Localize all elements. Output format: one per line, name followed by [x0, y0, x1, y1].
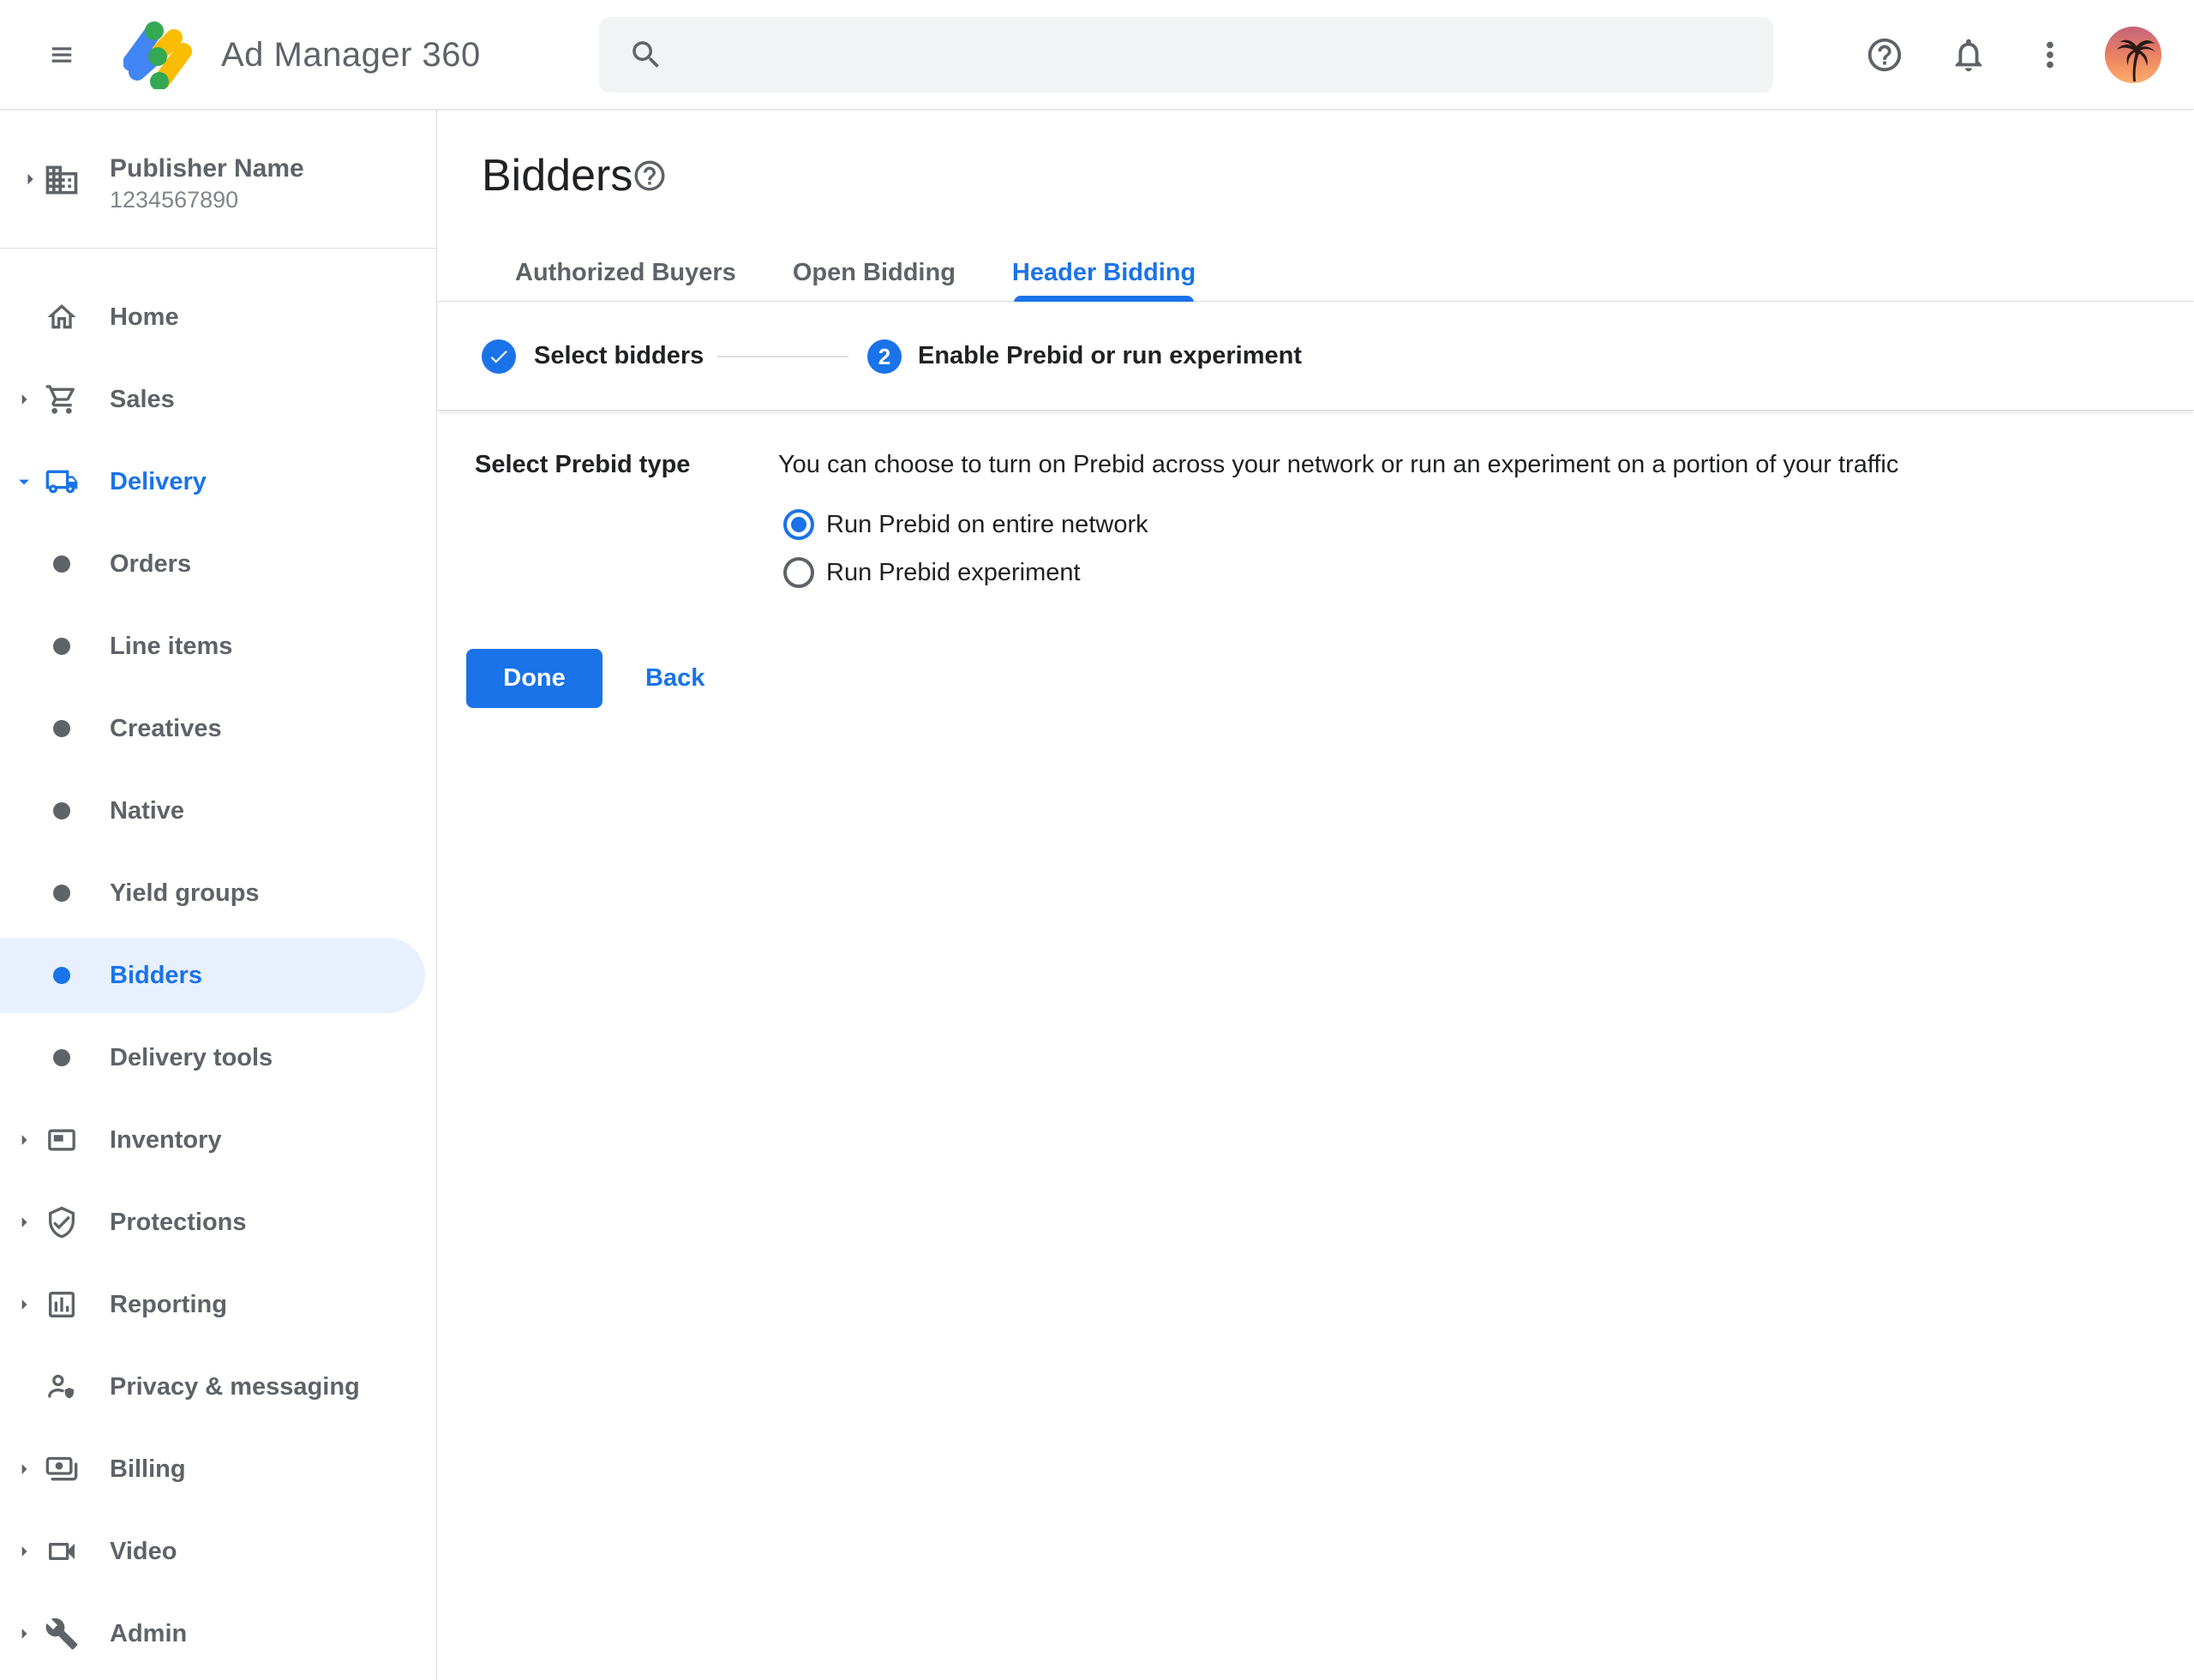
page-help-button[interactable] [632, 158, 668, 194]
sidebar-item-orders[interactable]: Orders [0, 523, 436, 605]
payments-icon [45, 1452, 79, 1486]
step-2-label[interactable]: Enable Prebid or run experiment [918, 302, 1302, 411]
menu-button[interactable] [34, 33, 89, 77]
publisher-id: 1234567890 [110, 185, 304, 214]
more-options-button[interactable] [2030, 35, 2070, 75]
bullet-icon [53, 885, 70, 902]
publisher-switcher[interactable]: Publisher Name 1234567890 [0, 110, 436, 249]
chevron-right-icon [12, 1539, 36, 1563]
chevron-right-icon [12, 1128, 36, 1152]
bullet-icon [53, 967, 70, 984]
tab-header-bidding[interactable]: Header Bidding [1012, 245, 1196, 301]
step-1-completed-icon [482, 339, 516, 374]
radio-option-experiment[interactable]: Run Prebid experiment [783, 557, 1081, 588]
sidebar-item-delivery[interactable]: Delivery [0, 441, 436, 523]
sidebar-item-billing[interactable]: Billing [0, 1428, 436, 1510]
person-shield-icon [45, 1370, 79, 1404]
sidebar-item-home[interactable]: Home [0, 276, 436, 358]
truck-icon [45, 465, 79, 499]
top-app-bar: Ad Manager 360 [0, 0, 2194, 110]
account-avatar[interactable] [2105, 27, 2161, 83]
sidebar-item-privacy-messaging[interactable]: Privacy & messaging [0, 1346, 436, 1428]
sidebar-item-yield-groups[interactable]: Yield groups [0, 852, 436, 934]
check-icon [488, 345, 510, 368]
help-button[interactable] [1865, 35, 1904, 75]
chevron-right-icon [12, 1293, 36, 1317]
sidebar-item-protections[interactable]: Protections [0, 1181, 436, 1263]
radio-unselected-icon[interactable] [783, 557, 814, 588]
ad-manager-logo-icon [123, 21, 192, 89]
sidebar-item-sales[interactable]: Sales [0, 358, 436, 441]
radio-option-entire-network[interactable]: Run Prebid on entire network [783, 509, 1148, 540]
building-icon [43, 161, 81, 199]
shield-check-icon [45, 1205, 79, 1239]
radio-selected-icon[interactable] [783, 509, 814, 540]
palm-tree-photo [2105, 27, 2161, 83]
bell-icon [1949, 35, 1988, 75]
prebid-type-label: Select Prebid type [475, 451, 690, 479]
chevron-down-icon [12, 470, 36, 494]
hamburger-icon [45, 42, 78, 68]
chevron-right-icon [12, 387, 36, 411]
page-title: Bidders [482, 149, 632, 202]
stepper: Select bidders 2 Enable Prebid or run ex… [438, 302, 2194, 411]
search-input[interactable] [664, 17, 1773, 93]
ad-unit-icon [45, 1123, 79, 1157]
tab-bar: Authorized Buyers Open Bidding Header Bi… [438, 245, 2194, 302]
sidebar-item-reporting[interactable]: Reporting [0, 1263, 436, 1346]
sidebar-item-delivery-tools[interactable]: Delivery tools [0, 1017, 436, 1099]
more-vert-icon [2030, 35, 2070, 75]
sidebar-item-native[interactable]: Native [0, 770, 436, 852]
bullet-icon [53, 720, 70, 737]
search-icon [628, 37, 664, 73]
sidebar-item-video[interactable]: Video [0, 1510, 436, 1593]
wrench-icon [45, 1617, 79, 1651]
publisher-name: Publisher Name [110, 153, 304, 185]
help-icon [1865, 35, 1904, 75]
cart-icon [45, 382, 79, 417]
videocam-icon [45, 1534, 79, 1569]
prebid-type-description: You can choose to turn on Prebid across … [778, 451, 1898, 479]
bullet-icon [53, 638, 70, 655]
sidebar-item-line-items[interactable]: Line items [0, 605, 436, 687]
sidebar-nav: Publisher Name 1234567890 Home Sales Del… [0, 110, 437, 1680]
bullet-icon [53, 802, 70, 819]
step-1-label[interactable]: Select bidders [534, 302, 704, 411]
step-2-number-icon: 2 [867, 339, 902, 374]
bullet-icon [53, 1049, 70, 1066]
sidebar-item-bidders[interactable]: Bidders [0, 934, 436, 1017]
home-icon [45, 300, 79, 334]
app-title: Ad Manager 360 [221, 0, 481, 110]
done-button[interactable]: Done [466, 649, 602, 708]
sidebar-item-inventory[interactable]: Inventory [0, 1099, 436, 1181]
sidebar-item-admin[interactable]: Admin [0, 1593, 436, 1675]
back-button[interactable]: Back [633, 649, 716, 708]
chevron-right-icon [12, 1622, 36, 1646]
chevron-right-icon [17, 166, 43, 192]
sidebar-item-creatives[interactable]: Creatives [0, 687, 436, 770]
main-content: Bidders Authorized Buyers Open Bidding H… [438, 110, 2194, 1680]
chevron-right-icon [12, 1210, 36, 1234]
notifications-button[interactable] [1949, 35, 1988, 75]
chevron-right-icon [12, 1457, 36, 1481]
tab-authorized-buyers[interactable]: Authorized Buyers [515, 245, 736, 301]
bullet-icon [53, 555, 70, 573]
stepper-connector [717, 356, 848, 357]
help-icon [632, 158, 668, 194]
global-search[interactable] [599, 17, 1773, 93]
tab-open-bidding[interactable]: Open Bidding [793, 245, 956, 301]
bar-chart-icon [45, 1287, 79, 1322]
